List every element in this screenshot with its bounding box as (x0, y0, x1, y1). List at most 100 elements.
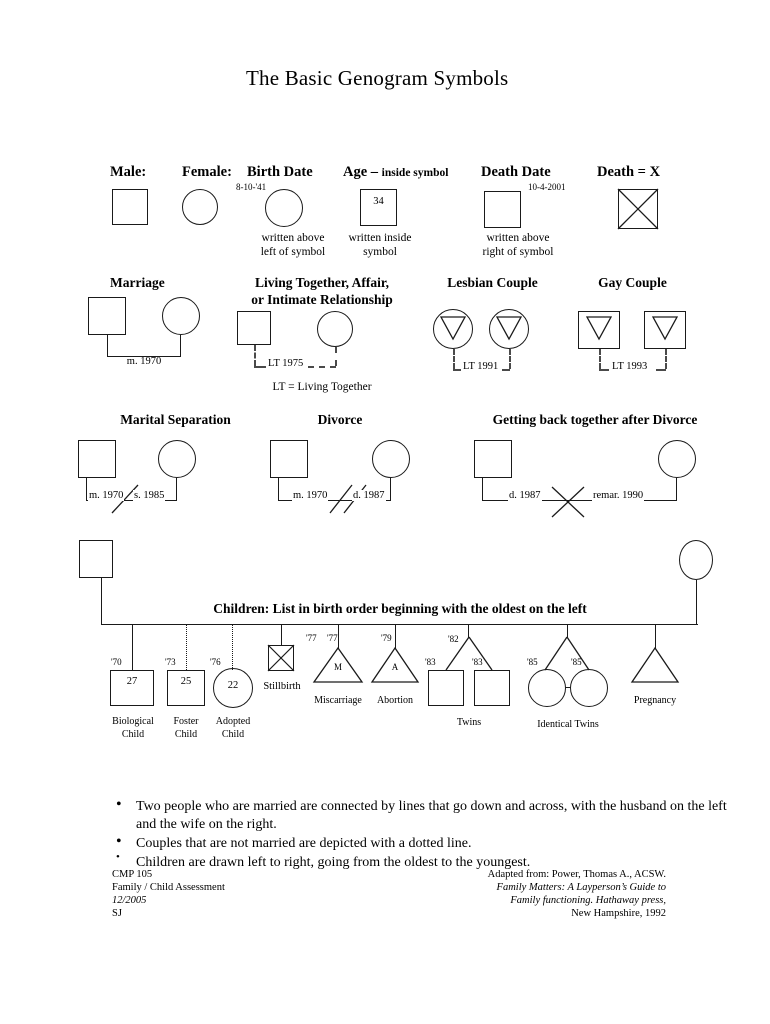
bullet-list: • Two people who are married are connect… (110, 796, 735, 871)
pregnancy-drop-line (655, 624, 657, 649)
biological-child-caption-2: Child (121, 729, 145, 740)
stillbirth-caption: Stillbirth (263, 681, 301, 692)
pregnancy-triangle-icon (630, 646, 680, 683)
birth-date-value: 8-10-'41 (236, 182, 267, 192)
children-parent-male-drop (101, 578, 103, 625)
footer-left-line: 12/2005 (112, 895, 147, 906)
reunion-heading: Getting back together after Divorce (492, 412, 698, 427)
lesbian-label: LT 1991 (461, 361, 501, 372)
reunion-line-left (482, 478, 484, 501)
footer-left-line: CMP 105 (112, 869, 153, 880)
twins-caption: Twins (456, 717, 482, 728)
gay-couple-heading: Gay Couple (598, 275, 667, 290)
gay-dash-right (665, 349, 667, 369)
footer-right-italic: Family functioning. Hathaway press, (510, 895, 666, 906)
biological-child-inner: 27 (126, 676, 138, 687)
children-heading: Children: List in birth order beginning … (110, 601, 690, 617)
bullet-text: Children are drawn left to right, going … (136, 855, 531, 870)
twins-square-right (474, 670, 510, 706)
foster-child-drop-line (186, 624, 187, 670)
marriage-female-circle (162, 297, 200, 335)
lesbian-dash-bottom-b (502, 369, 510, 371)
female-heading: Female: (182, 164, 232, 180)
children-parent-square (79, 540, 113, 578)
bullet-dot-icon: • (116, 833, 122, 850)
foster-child-inner: 25 (180, 676, 192, 687)
age-heading-main: Age – (343, 164, 382, 180)
genogram-document: The Basic Genogram Symbols Male: Female:… (0, 0, 770, 1024)
marriage-heading: Marriage (110, 275, 165, 290)
lesbian-triangle-right-icon (495, 316, 523, 341)
living-together-heading-1: Living Together, Affair, (254, 275, 390, 290)
living-together-dash-bottom-a (254, 366, 266, 368)
adopted-child-caption-2: Child (221, 729, 245, 740)
separation-female-circle (158, 440, 196, 478)
bullet-dot-icon: • (116, 851, 120, 863)
bullet-dot-icon: • (116, 796, 122, 813)
footer-right-line: Adapted from: Power, Thomas A., ACSW. (487, 869, 666, 880)
living-together-label: LT 1975 (266, 358, 306, 369)
male-square-icon (112, 189, 148, 225)
living-together-dash-right (335, 347, 337, 366)
death-date-note-2: right of symbol (482, 246, 554, 258)
miscarriage-year-2: '77 (327, 633, 338, 643)
death-x-heading: Death = X (597, 164, 661, 180)
footer-left-line: Family / Child Assessment (112, 882, 225, 893)
biological-child-drop-line (132, 624, 134, 670)
gay-label: LT 1993 (610, 361, 650, 372)
reunion-cross-icon (551, 486, 585, 518)
stillbirth-x-icon (267, 644, 295, 672)
twins-drop-line (468, 624, 470, 638)
lesbian-triangle-left-icon (439, 316, 467, 341)
living-together-dash-left (254, 345, 256, 366)
gay-dash-bottom-b (656, 369, 666, 371)
gay-triangle-right-icon (651, 316, 679, 341)
identical-twins-year-left: '85 (527, 657, 538, 667)
separation-line-right (176, 478, 178, 501)
biological-child-caption-1: Biological (112, 716, 154, 727)
living-together-legend: LT = Living Together (272, 381, 372, 393)
female-circle-icon (182, 189, 218, 225)
twins-year-left: '83 (425, 657, 436, 667)
bullet-text: Couples that are not married are depicte… (136, 836, 472, 851)
footer-right-line: New Hampshire, 1992 (571, 908, 666, 919)
divorce-male-square (270, 440, 308, 478)
reunion-line-right (676, 478, 678, 501)
miscarriage-caption: Miscarriage (314, 695, 362, 706)
divorce-line-left (278, 478, 280, 501)
birth-date-heading: Birth Date (247, 164, 313, 180)
adopted-child-drop-line (232, 624, 233, 670)
divorce-heading: Divorce (317, 412, 363, 427)
death-x-cross-icon (617, 188, 659, 230)
marriage-label: m. 1970 (126, 356, 162, 367)
gay-dash-left (599, 349, 601, 369)
age-square-icon (360, 189, 397, 226)
identical-twins-drop-line (567, 624, 569, 638)
living-together-heading-2: or Intimate Relationship (251, 292, 393, 307)
death-date-square-icon (484, 191, 521, 228)
identical-twins-year-right: '85 (571, 657, 582, 667)
identical-twins-connector (565, 687, 571, 689)
page-title: The Basic Genogram Symbols (246, 66, 509, 90)
separation-label-left: m. 1970 (88, 490, 125, 501)
age-note-1: written inside (348, 232, 412, 244)
death-date-value: 10-4-2001 (528, 182, 566, 192)
separation-heading: Marital Separation (120, 412, 231, 427)
death-date-heading: Death Date (481, 164, 551, 180)
divorce-label-right: d. 1987 (352, 490, 386, 501)
divorce-female-circle (372, 440, 410, 478)
foster-child-year: '73 (165, 657, 176, 667)
footer-left: CMP 105 Family / Child Assessment 12/200… (112, 869, 225, 919)
marriage-line-right (180, 335, 182, 357)
abortion-drop-line (395, 624, 397, 649)
living-together-male-square (237, 311, 271, 345)
death-date-note-1: written above (486, 232, 550, 244)
twins-year-right: '83 (472, 657, 483, 667)
sibling-line (101, 624, 698, 626)
age-value: 34 (373, 196, 384, 207)
twins-fork-icon (445, 636, 493, 671)
identical-twins-fork-icon (544, 636, 590, 671)
bullet-item: • Two people who are married are connect… (110, 796, 735, 833)
abortion-caption: Abortion (376, 695, 414, 706)
age-note-2: symbol (363, 246, 397, 258)
